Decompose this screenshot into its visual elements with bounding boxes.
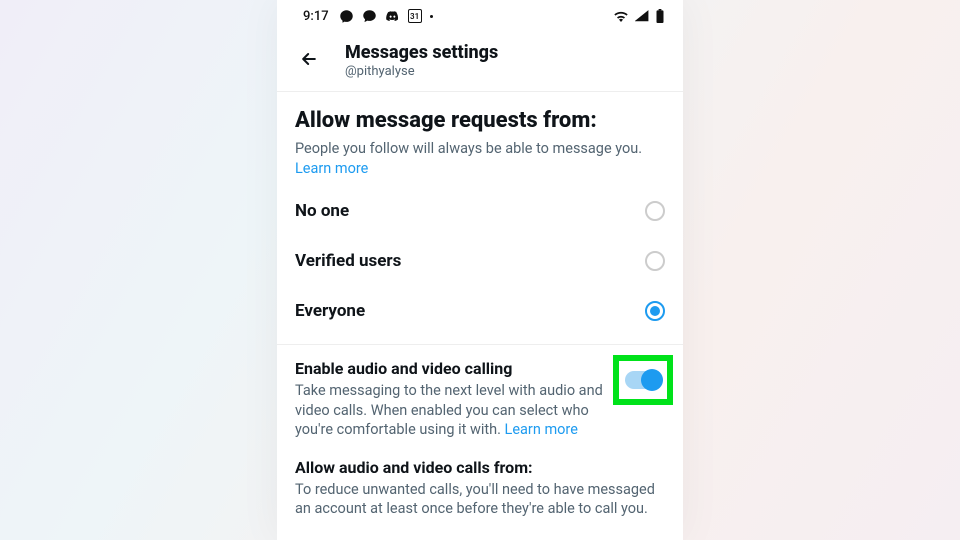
page-subtitle: @pithyalyse xyxy=(345,64,498,79)
toggle-desc: Take messaging to the next level with au… xyxy=(295,381,665,440)
content: Allow message requests from: People you … xyxy=(277,92,683,527)
allow-calls-section: Allow audio and video calls from: To red… xyxy=(277,444,683,527)
arrow-left-icon xyxy=(299,49,319,69)
page-title: Messages settings xyxy=(345,42,498,63)
radio-icon-selected xyxy=(645,301,665,321)
wifi-icon xyxy=(613,10,629,22)
status-bar: 9:17 31 xyxy=(277,0,683,32)
radio-option-verified[interactable]: Verified users xyxy=(277,236,683,286)
app-header: Messages settings @pithyalyse xyxy=(277,32,683,92)
enable-calling-toggle[interactable] xyxy=(625,371,661,389)
status-system-icons xyxy=(613,9,665,23)
phone-frame: 9:17 31 Messages settings @pithyalyse Al… xyxy=(277,0,683,540)
allow-calls-desc: To reduce unwanted calls, you'll need to… xyxy=(295,480,665,519)
enable-calling-section: Enable audio and video calling Take mess… xyxy=(277,345,683,444)
discord-icon xyxy=(385,9,400,24)
messenger-icon xyxy=(339,9,354,24)
status-notification-icons: 31 xyxy=(339,9,433,24)
radio-icon xyxy=(645,201,665,221)
requests-section-title: Allow message requests from: xyxy=(277,92,683,139)
battery-icon xyxy=(655,9,665,23)
radio-option-everyone[interactable]: Everyone xyxy=(277,286,683,336)
allow-calls-title: Allow audio and video calls from: xyxy=(295,458,665,477)
calendar-icon: 31 xyxy=(408,9,422,23)
tutorial-highlight xyxy=(613,355,673,405)
signal-icon xyxy=(635,10,649,22)
learn-more-link[interactable]: Learn more xyxy=(295,160,368,177)
toggle-knob-icon xyxy=(641,369,663,391)
radio-option-no-one[interactable]: No one xyxy=(277,186,683,236)
toggle-title: Enable audio and video calling xyxy=(295,359,665,378)
radio-icon xyxy=(645,251,665,271)
requests-section-desc: People you follow will always be able to… xyxy=(277,139,683,186)
learn-more-link[interactable]: Learn more xyxy=(505,421,578,438)
status-time: 9:17 xyxy=(303,9,329,24)
chat-icon xyxy=(362,9,377,24)
back-button[interactable] xyxy=(295,45,323,77)
more-dot-icon xyxy=(430,15,433,18)
